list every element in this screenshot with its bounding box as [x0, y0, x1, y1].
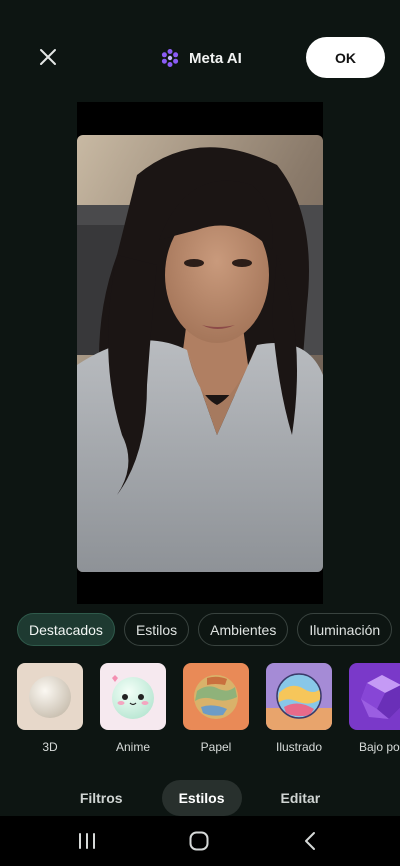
tab-filtros[interactable]: Filtros	[63, 780, 140, 816]
chip-iluminacion[interactable]: Iluminación	[297, 613, 393, 646]
chip-estilos[interactable]: Estilos	[123, 613, 190, 646]
low-poly-sphere-icon	[349, 663, 400, 730]
close-button[interactable]	[34, 43, 62, 71]
style-label: Anime	[115, 740, 150, 754]
category-chips: Destacados Estilos Ambientes Iluminación	[17, 613, 393, 646]
tab-estilos[interactable]: Estilos	[161, 780, 242, 816]
close-icon	[40, 49, 56, 65]
tab-editar[interactable]: Editar	[264, 780, 338, 816]
recent-apps-button[interactable]	[73, 828, 101, 854]
home-icon	[189, 831, 209, 851]
ok-button[interactable]: OK	[306, 37, 385, 78]
home-button[interactable]	[185, 828, 213, 854]
meta-ai-brand: Meta AI	[160, 46, 242, 70]
illustrated-sphere-icon	[266, 663, 332, 730]
meta-ai-logo-icon	[161, 49, 179, 67]
paper-sphere-icon	[183, 663, 249, 730]
system-nav-bar	[0, 816, 400, 866]
chip-ambientes[interactable]: Ambientes	[198, 613, 289, 646]
style-anime[interactable]: Anime	[100, 663, 166, 754]
style-list: 3D Anime Papel Ilustrado Bajo po	[17, 663, 400, 754]
top-bar: Meta AI OK	[0, 0, 400, 100]
style-label: Bajo poli	[358, 740, 400, 754]
back-button[interactable]	[297, 828, 325, 854]
kawaii-sphere-icon	[100, 663, 166, 730]
recent-apps-icon	[79, 833, 95, 849]
style-papel[interactable]: Papel	[183, 663, 249, 754]
style-3d[interactable]: 3D	[17, 663, 83, 754]
chip-destacados[interactable]: Destacados	[17, 613, 115, 646]
brand-label: Meta AI	[189, 49, 242, 67]
style-label: Ilustrado	[275, 740, 323, 754]
photo-preview	[77, 102, 323, 604]
mode-tabs: Filtros Estilos Editar	[0, 780, 400, 816]
style-bajo-poli[interactable]: Bajo poli	[349, 663, 400, 754]
style-label: Papel	[200, 740, 232, 754]
selfie-photo[interactable]	[77, 135, 323, 572]
back-icon	[305, 832, 315, 850]
style-label: 3D	[42, 740, 58, 754]
style-ilustrado[interactable]: Ilustrado	[266, 663, 332, 754]
white-sphere-icon	[17, 663, 83, 730]
